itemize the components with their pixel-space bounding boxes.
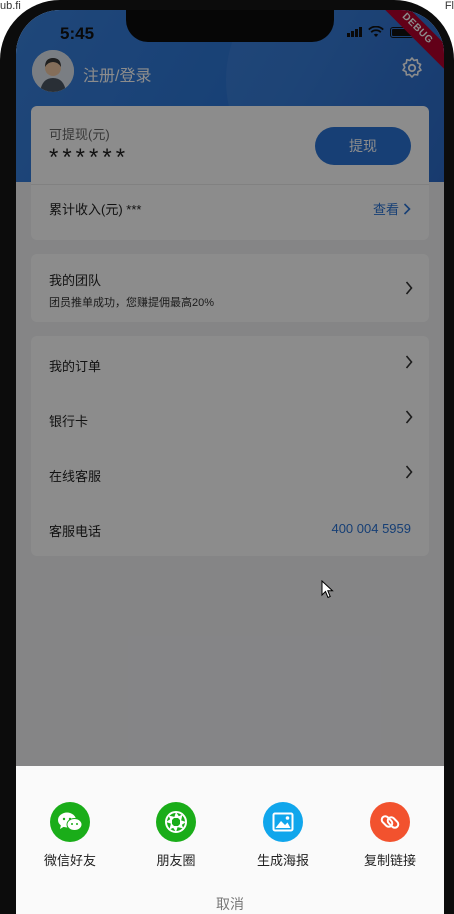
share-generate-poster[interactable]: 生成海报 [243,802,323,869]
share-sheet: 微信好友 朋友圈 生成海报 复制链接 取消 [16,766,444,914]
app-screen: 5:45 DEBUG 注册/登录 可提现(元) ****** 提现 累计收入(元… [16,10,444,914]
wechat-icon [50,802,90,842]
link-icon [370,802,410,842]
moments-icon [156,802,196,842]
mouse-cursor-icon [321,580,334,599]
share-item-label: 朋友圈 [156,853,196,868]
browser-tab-right-text: Fl [444,0,454,12]
share-item-label: 微信好友 [43,853,96,868]
cancel-button[interactable]: 取消 [16,894,444,914]
poster-image-icon [263,802,303,842]
phone-frame: 5:45 DEBUG 注册/登录 可提现(元) ****** 提现 累计收入(元… [0,0,454,914]
share-moments[interactable]: 朋友圈 [136,802,216,869]
share-wechat-friend[interactable]: 微信好友 [30,802,110,869]
share-item-label: 复制链接 [363,853,416,868]
share-copy-link[interactable]: 复制链接 [350,802,430,869]
share-item-label: 生成海报 [256,853,309,868]
